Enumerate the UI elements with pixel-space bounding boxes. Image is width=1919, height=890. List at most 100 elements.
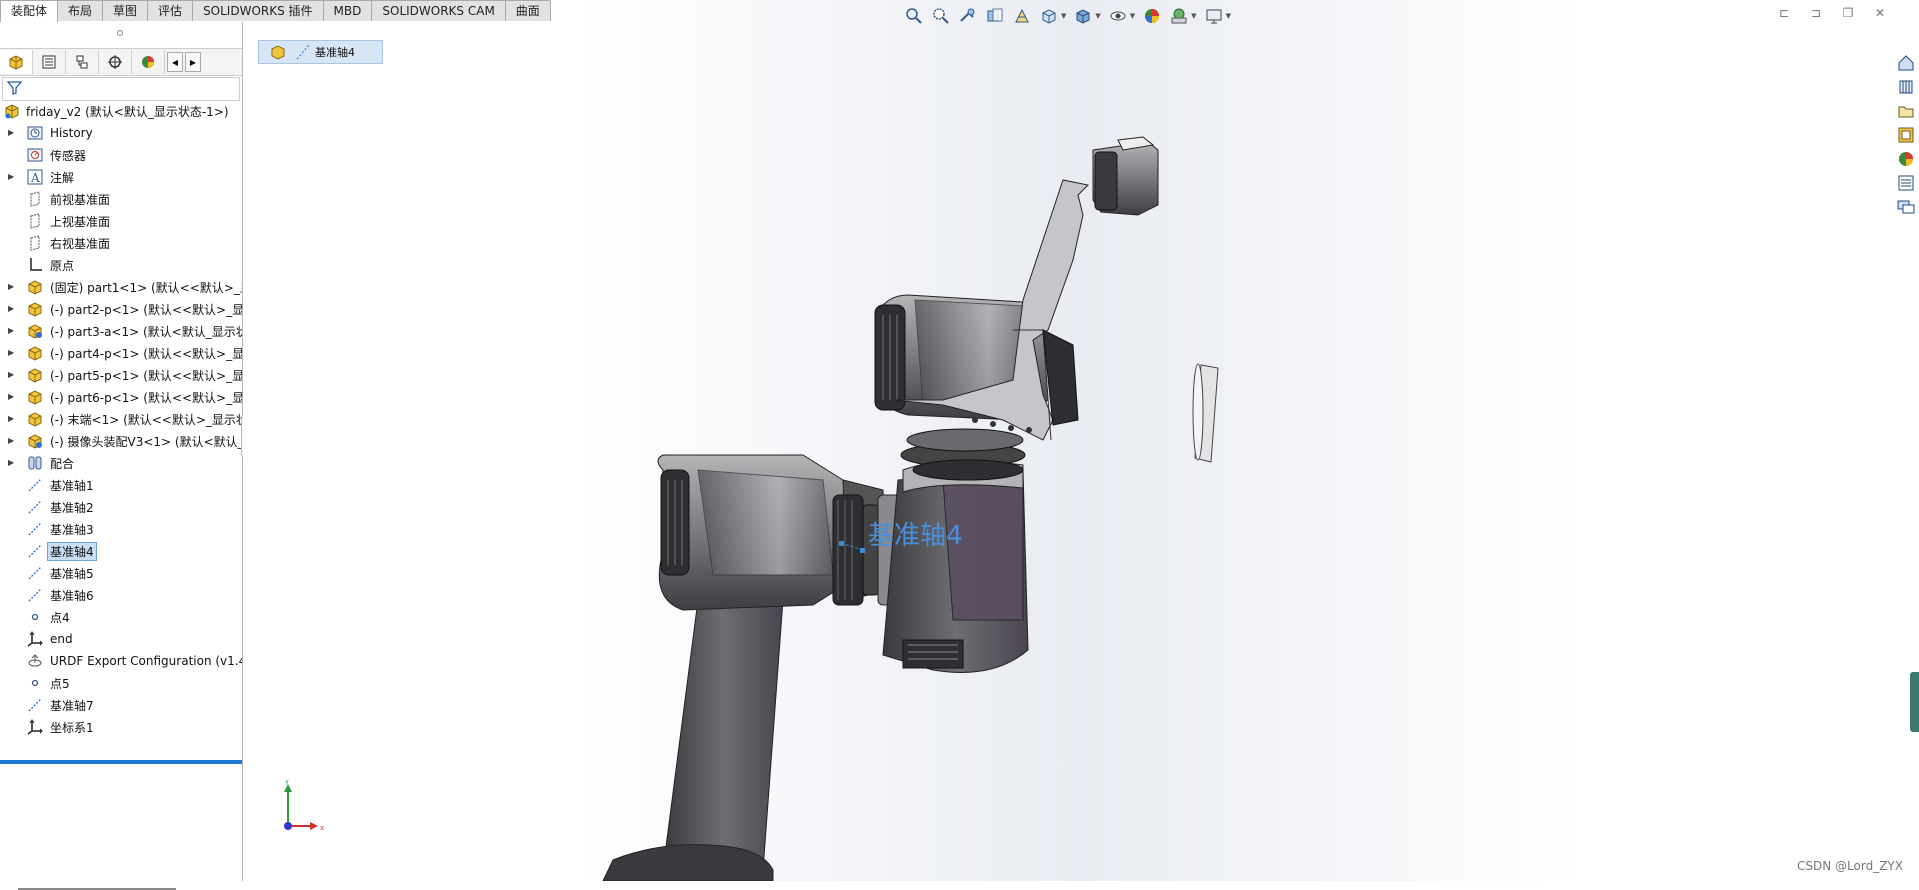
tree-item[interactable]: 基准轴1 [0, 474, 242, 496]
expand-arrow-icon[interactable]: ▶ [8, 459, 16, 467]
tab-3[interactable]: 评估 [147, 0, 194, 21]
tab-5[interactable]: MBD [322, 0, 373, 21]
tree-item[interactable]: ▶ (-) part2-p<1> (默认<<默认>_显示 [0, 298, 242, 320]
feature-tree: friday_v2 (默认<默认_显示状态-1>) ▶ History 传感器 ▶ A 注解… [0, 100, 242, 760]
axis-annotation-label: 基准轴4 [868, 521, 963, 551]
tab-7[interactable]: 曲面 [504, 0, 551, 21]
custom-properties-icon[interactable] [1895, 172, 1917, 194]
tree-item-label: 右视基准面 [50, 236, 111, 251]
view-palette-icon[interactable] [1895, 124, 1917, 146]
camera-head [1092, 136, 1159, 216]
tree-item-label: 基准轴2 [50, 500, 94, 515]
tree-item-label: 传感器 [50, 148, 87, 163]
tree-item[interactable]: 基准轴7 [0, 694, 242, 716]
configuration-manager-tab[interactable] [66, 50, 99, 74]
tree-item[interactable]: ▶ (-) 摄像头装配V3<1> (默认<默认_显 [0, 430, 242, 452]
graphics-area[interactable]: 基准轴4 ▼ ▼ ▼ ▼ ▼ ⊏ ⊐ ❐ ✕ 基准轴4 y x CSDN @Lo… [243, 0, 1919, 881]
tree-item-label: 点4 [50, 610, 70, 625]
expand-arrow-icon[interactable]: ▶ [8, 349, 16, 357]
expand-arrow-icon[interactable]: ▶ [8, 371, 16, 379]
svg-text:A: A [30, 171, 40, 185]
reference-triad: y x [284, 780, 324, 832]
design-library-icon[interactable] [1895, 76, 1917, 98]
part-icon [27, 367, 43, 383]
tree-item-label: (-) part6-p<1> (默认<<默认>_显示 [50, 390, 242, 405]
panel-grip[interactable] [117, 30, 123, 36]
tree-item[interactable]: 基准轴4 [0, 540, 242, 562]
home-icon[interactable] [1895, 52, 1917, 74]
tree-item[interactable]: 点5 [0, 672, 242, 694]
expand-arrow-icon[interactable]: ▶ [8, 415, 16, 423]
tree-item[interactable]: ▶ (-) 末端<1> (默认<<默认>_显示状 [0, 408, 242, 430]
tree-item[interactable]: 基准轴2 [0, 496, 242, 518]
tree-item[interactable]: 上视基准面 [0, 210, 242, 232]
tree-item-label: 点5 [50, 676, 70, 691]
tree-item[interactable]: 传感器 [0, 144, 242, 166]
tree-item[interactable]: 点4 [0, 606, 242, 628]
tree-item-label: 坐标系1 [50, 720, 94, 735]
tabs-scroll-right-icon[interactable]: ▶ [185, 52, 201, 72]
display-manager-tab[interactable] [132, 50, 165, 74]
tree-item[interactable]: 基准轴3 [0, 518, 242, 540]
rollback-bar[interactable] [0, 760, 242, 764]
tree-item[interactable]: ▶ (-) part5-p<1> (默认<<默认>_显示 [0, 364, 242, 386]
tab-4[interactable]: SOLIDWORKS 插件 [192, 0, 324, 21]
expand-arrow-icon[interactable]: ▶ [8, 393, 16, 401]
tree-item[interactable]: ▶ (固定) part1<1> (默认<<默认>_显 [0, 276, 242, 298]
tree-item-label: 基准轴6 [50, 588, 94, 603]
tree-item[interactable]: 原点 [0, 254, 242, 276]
tab-2[interactable]: 草图 [102, 0, 149, 21]
assembly-icon [4, 103, 20, 119]
property-manager-tab[interactable] [33, 50, 66, 74]
tree-item-label: end [50, 632, 73, 646]
side-panel-tab[interactable] [1910, 672, 1919, 732]
history-icon [27, 125, 43, 141]
tree-item[interactable]: 基准轴6 [0, 584, 242, 606]
tree-item[interactable]: end [0, 628, 242, 650]
tree-item-label: 注解 [50, 170, 75, 185]
tree-item[interactable]: ▶ (-) part6-p<1> (默认<<默认>_显示 [0, 386, 242, 408]
tree-item[interactable]: 坐标系1 [0, 716, 242, 738]
feature-manager-tab[interactable] [0, 50, 33, 74]
expand-arrow-icon[interactable]: ▶ [8, 129, 16, 137]
tree-item[interactable]: ▶ 配合 [0, 452, 242, 474]
dimxpert-manager-tab[interactable] [99, 50, 132, 74]
appearances-icon[interactable] [1895, 148, 1917, 170]
tree-item-label: (-) part5-p<1> (默认<<默认>_显示 [50, 368, 242, 383]
axis-icon [27, 477, 43, 493]
expand-arrow-icon[interactable]: ▶ [8, 437, 16, 445]
tree-item[interactable]: URDF Export Configuration (v1.4) [0, 650, 242, 672]
point-icon [27, 675, 43, 691]
tree-root[interactable]: friday_v2 (默认<默认_显示状态-1>) [0, 100, 242, 122]
subassembly-icon [27, 323, 43, 339]
tabs-scroll-left-icon[interactable]: ◀ [167, 52, 183, 72]
tree-item-label: 上视基准面 [50, 214, 111, 229]
expand-arrow-icon[interactable]: ▶ [8, 327, 16, 335]
part-icon [27, 279, 43, 295]
tree-item[interactable]: ▶ A 注解 [0, 166, 242, 188]
forum-icon[interactable] [1895, 196, 1917, 218]
tree-item[interactable]: 基准轴5 [0, 562, 242, 584]
tree-item[interactable]: ▶ (-) part4-p<1> (默认<<默认>_显示 [0, 342, 242, 364]
tab-6[interactable]: SOLIDWORKS CAM [371, 0, 506, 21]
tree-item[interactable]: 右视基准面 [0, 232, 242, 254]
axis-icon [27, 499, 43, 515]
tree-item[interactable]: 前视基准面 [0, 188, 242, 210]
tree-item[interactable]: ▶ (-) part3-a<1> (默认<默认_显示状 [0, 320, 242, 342]
file-explorer-icon[interactable] [1895, 100, 1917, 122]
expand-arrow-icon[interactable]: ▶ [8, 173, 16, 181]
tab-0[interactable]: 装配体 [0, 0, 59, 22]
robot-arm-model[interactable] [243, 0, 1919, 881]
tree-filter[interactable] [2, 77, 240, 101]
tree-item-label: friday_v2 (默认<默认_显示状态-1>) [26, 104, 229, 119]
expand-arrow-icon[interactable]: ▶ [8, 305, 16, 313]
tab-1[interactable]: 布局 [57, 0, 104, 21]
subassembly-icon [27, 433, 43, 449]
expand-arrow-icon[interactable]: ▶ [8, 283, 16, 291]
base-column [602, 599, 784, 881]
elbow-motor [882, 460, 1029, 673]
tree-item-label: 基准轴1 [50, 478, 94, 493]
tree-item[interactable]: ▶ History [0, 122, 242, 144]
filter-icon [7, 81, 23, 95]
part-icon [27, 389, 43, 405]
